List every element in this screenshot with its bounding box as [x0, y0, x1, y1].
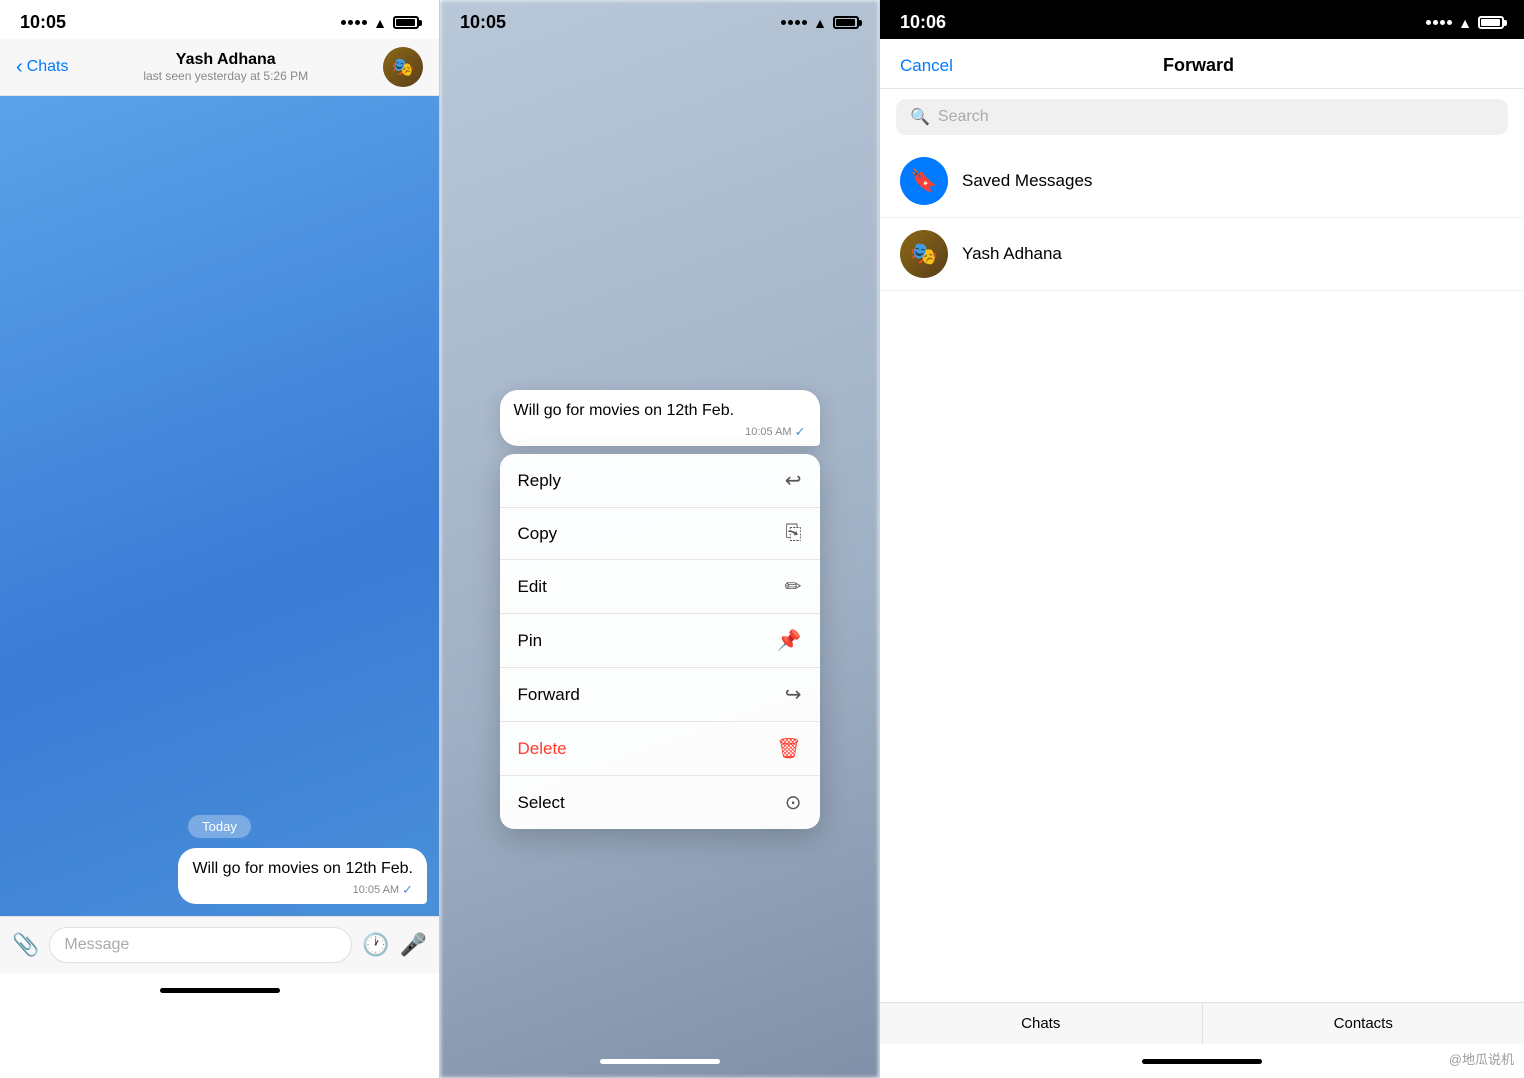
- select-label: Select: [518, 793, 565, 813]
- yash-avatar: 🎭: [900, 230, 948, 278]
- status-icons-3: ▲: [1426, 15, 1504, 31]
- cancel-button[interactable]: Cancel: [900, 56, 953, 76]
- wifi-icon-3: ▲: [1458, 15, 1472, 31]
- forward-list-item-saved[interactable]: 🔖 Saved Messages: [880, 145, 1524, 218]
- phone2-context-screen: 10:05 ▲ Will go for movies on 12th Feb. …: [440, 0, 880, 1078]
- contact-name: Yash Adhana: [68, 51, 383, 69]
- context-message-text: Will go for movies on 12th Feb.: [514, 400, 806, 422]
- status-bar-1: 10:05 ▲: [0, 0, 439, 39]
- search-bar[interactable]: 🔍 Search: [896, 99, 1508, 135]
- status-bar-2: 10:05 ▲: [440, 0, 879, 39]
- contact-status: last seen yesterday at 5:26 PM: [68, 69, 383, 83]
- wifi-icon: ▲: [373, 15, 387, 31]
- forward-list-item-yash[interactable]: 🎭 Yash Adhana: [880, 218, 1524, 291]
- status-bar-3: 10:06 ▲: [880, 0, 1524, 39]
- tab-chats[interactable]: Chats: [880, 1003, 1203, 1044]
- date-badge: Today: [0, 815, 439, 838]
- pin-label: Pin: [518, 631, 543, 651]
- signal-icon-3: [1426, 20, 1452, 25]
- bookmark-icon: 🔖: [910, 168, 937, 194]
- edit-label: Edit: [518, 577, 547, 597]
- chat-header-center: Yash Adhana last seen yesterday at 5:26 …: [68, 51, 383, 83]
- forward-label: Forward: [518, 685, 580, 705]
- mic-icon[interactable]: 🎤: [400, 932, 427, 958]
- message-text: Will go for movies on 12th Feb.: [192, 858, 413, 880]
- yash-avatar-icon: 🎭: [910, 241, 937, 267]
- context-check-icon: ✓: [795, 424, 806, 440]
- home-bar: [160, 988, 280, 993]
- chevron-left-icon: ‹: [16, 56, 23, 79]
- status-icons-1: ▲: [341, 15, 419, 31]
- outgoing-message: Will go for movies on 12th Feb. 10:05 AM…: [12, 848, 427, 904]
- forward-bottom-tabs: Chats Contacts: [880, 1002, 1524, 1044]
- read-check-icon: ✓: [402, 882, 413, 898]
- avatar-image: 🎭: [383, 47, 423, 87]
- home-bar-3: [1142, 1059, 1262, 1064]
- contact-avatar[interactable]: 🎭: [383, 47, 423, 87]
- yash-name: Yash Adhana: [962, 244, 1062, 264]
- battery-icon: [393, 16, 419, 29]
- context-message-bubble: Will go for movies on 12th Feb. 10:05 AM…: [500, 390, 820, 446]
- battery-icon-2: [833, 16, 859, 29]
- context-menu-copy[interactable]: Copy ⎘: [500, 508, 820, 560]
- date-badge-text: Today: [188, 815, 251, 838]
- search-bar-container: 🔍 Search: [880, 89, 1524, 145]
- message-input-bar: 📎 🕐 🎤: [0, 916, 439, 973]
- back-button[interactable]: ‹ Chats: [16, 56, 68, 79]
- message-input[interactable]: [49, 927, 352, 963]
- context-message-time: 10:05 AM: [745, 426, 791, 438]
- back-label: Chats: [27, 58, 69, 76]
- context-menu-delete[interactable]: Delete 🗑: [500, 722, 820, 776]
- forward-header: Cancel Forward: [880, 39, 1524, 89]
- reply-label: Reply: [518, 471, 561, 491]
- signal-icon: [341, 20, 367, 25]
- tab-contacts[interactable]: Contacts: [1203, 1003, 1524, 1044]
- battery-icon-3: [1478, 16, 1504, 29]
- delete-icon: 🗑: [776, 736, 801, 761]
- select-icon: ⊙: [785, 790, 802, 815]
- saved-messages-name: Saved Messages: [962, 171, 1092, 191]
- wifi-icon-2: ▲: [813, 15, 827, 31]
- status-icons-2: ▲: [781, 15, 859, 31]
- forward-title: Forward: [1163, 55, 1234, 76]
- home-indicator-3: [880, 1044, 1524, 1078]
- sticker-icon[interactable]: 🕐: [362, 932, 389, 958]
- context-menu-area: Will go for movies on 12th Feb. 10:05 AM…: [500, 390, 820, 829]
- signal-icon-2: [781, 20, 807, 25]
- status-time-3: 10:06: [900, 12, 946, 33]
- home-indicator-2: [440, 1044, 879, 1078]
- context-menu-select[interactable]: Select ⊙: [500, 776, 820, 829]
- copy-icon: ⎘: [786, 522, 802, 545]
- chat-header: ‹ Chats Yash Adhana last seen yesterday …: [0, 39, 439, 96]
- delete-label: Delete: [518, 739, 567, 759]
- forward-list: 🔖 Saved Messages 🎭 Yash Adhana: [880, 145, 1524, 291]
- context-menu: Reply ↩ Copy ⎘ Edit ✏ Pin 📌 Forward ↪ De…: [500, 454, 820, 829]
- pin-icon: 📌: [777, 628, 802, 653]
- context-bubble-meta: 10:05 AM ✓: [514, 424, 806, 440]
- forward-icon: ↪: [785, 682, 802, 707]
- context-menu-forward[interactable]: Forward ↪: [500, 668, 820, 722]
- phone3-forward-screen: 10:06 ▲ Cancel Forward 🔍 Search: [880, 0, 1524, 1078]
- status-time-1: 10:05: [20, 12, 66, 33]
- search-placeholder: Search: [938, 108, 989, 126]
- reply-icon: ↩: [785, 468, 802, 493]
- context-menu-reply[interactable]: Reply ↩: [500, 454, 820, 508]
- saved-messages-avatar: 🔖: [900, 157, 948, 205]
- attachment-icon[interactable]: 📎: [12, 932, 39, 958]
- bubble-meta: 10:05 AM ✓: [192, 882, 413, 898]
- copy-label: Copy: [518, 524, 558, 544]
- home-indicator-1: [0, 973, 439, 1007]
- watermark: @地瓜说机: [1449, 1049, 1514, 1068]
- chat-body: Today Will go for movies on 12th Feb. 10…: [0, 96, 439, 916]
- message-time: 10:05 AM: [353, 884, 399, 896]
- search-icon: 🔍: [910, 107, 930, 127]
- home-bar-2: [600, 1059, 720, 1064]
- status-time-2: 10:05: [460, 12, 506, 33]
- context-menu-pin[interactable]: Pin 📌: [500, 614, 820, 668]
- bubble[interactable]: Will go for movies on 12th Feb. 10:05 AM…: [178, 848, 427, 904]
- phone1-chat-screen: 10:05 ▲ ‹ Chats Yash Adhana last seen ye…: [0, 0, 440, 1078]
- edit-icon: ✏: [785, 574, 802, 599]
- context-menu-edit[interactable]: Edit ✏: [500, 560, 820, 614]
